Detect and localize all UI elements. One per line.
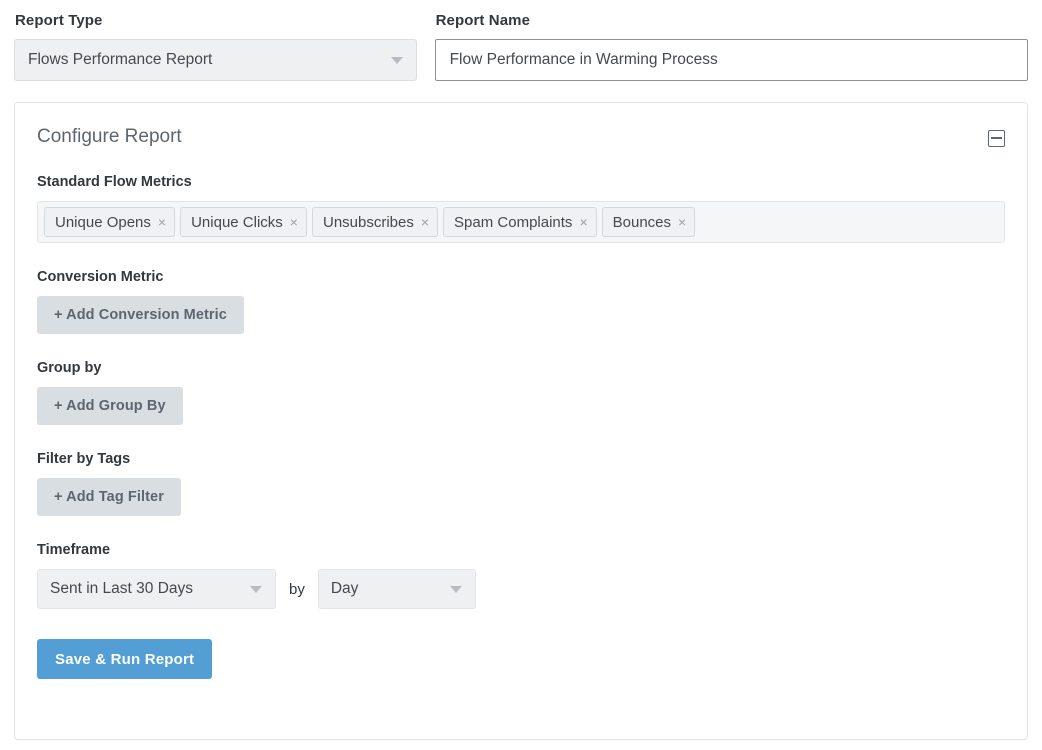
metric-tag: Unique Opens × bbox=[44, 207, 175, 237]
metric-tag: Unique Clicks × bbox=[180, 207, 307, 237]
panel-title: Configure Report bbox=[37, 125, 182, 149]
filter-by-tags-label: Filter by Tags bbox=[37, 451, 1005, 468]
report-meta-row: Report Type Flows Performance Report Rep… bbox=[0, 0, 1042, 81]
remove-tag-icon[interactable]: × bbox=[290, 215, 298, 229]
metric-tag-label: Bounces bbox=[613, 214, 671, 231]
metric-tag-label: Unique Opens bbox=[55, 214, 151, 231]
timeframe-by-label: by bbox=[289, 581, 305, 598]
remove-tag-icon[interactable]: × bbox=[579, 215, 587, 229]
standard-flow-metrics-input[interactable]: Unique Opens × Unique Clicks × Unsubscribes ×… bbox=[37, 201, 1005, 243]
configure-report-panel: Configure Report Standard Flow Metrics U… bbox=[14, 102, 1028, 740]
configure-report-body: Standard Flow Metrics Unique Opens×Uniqu… bbox=[15, 174, 1027, 679]
add-group-by-button[interactable]: + Add Group By bbox=[37, 387, 183, 425]
remove-tag-icon[interactable]: × bbox=[158, 215, 166, 229]
report-type-label: Report Type bbox=[15, 12, 417, 30]
standard-flow-metrics-label: Standard Flow Metrics bbox=[37, 174, 1005, 191]
remove-tag-icon[interactable]: × bbox=[678, 215, 686, 229]
configure-report-header: Configure Report bbox=[15, 103, 1027, 149]
collapse-minus-icon[interactable] bbox=[988, 130, 1005, 147]
timeframe-range-value: Sent in Last 30 Days bbox=[50, 580, 193, 598]
metric-tag-label: Unique Clicks bbox=[191, 214, 283, 231]
metric-tag-label: Unsubscribes bbox=[323, 214, 414, 231]
remove-tag-icon[interactable]: × bbox=[421, 215, 429, 229]
add-conversion-metric-button[interactable]: + Add Conversion Metric bbox=[37, 296, 244, 334]
metric-tag: Bounces × bbox=[602, 207, 696, 237]
report-type-value: Flows Performance Report bbox=[28, 51, 212, 69]
add-tag-filter-button[interactable]: + Add Tag Filter bbox=[37, 478, 181, 516]
report-name-label: Report Name bbox=[436, 12, 1028, 30]
chevron-down-icon bbox=[250, 586, 262, 593]
metric-tag: Unsubscribes × bbox=[312, 207, 438, 237]
timeframe-label: Timeframe bbox=[37, 542, 1005, 559]
save-and-run-report-button[interactable]: Save & Run Report bbox=[37, 639, 212, 679]
timeframe-interval-value: Day bbox=[331, 580, 359, 598]
report-type-select[interactable]: Flows Performance Report bbox=[14, 39, 417, 81]
conversion-metric-label: Conversion Metric bbox=[37, 269, 1005, 286]
metric-tag-label: Spam Complaints bbox=[454, 214, 572, 231]
chevron-down-icon bbox=[391, 57, 403, 64]
group-by-label: Group by bbox=[37, 360, 1005, 377]
chevron-down-icon bbox=[450, 586, 462, 593]
report-name-input[interactable] bbox=[435, 39, 1028, 81]
timeframe-interval-select[interactable]: Day bbox=[318, 569, 476, 609]
report-name-field: Report Name bbox=[435, 12, 1028, 81]
metric-tag: Spam Complaints × bbox=[443, 207, 597, 237]
timeframe-range-select[interactable]: Sent in Last 30 Days bbox=[37, 569, 276, 609]
report-type-field: Report Type Flows Performance Report bbox=[14, 12, 417, 81]
timeframe-row: Sent in Last 30 Days by Day bbox=[37, 569, 1005, 609]
